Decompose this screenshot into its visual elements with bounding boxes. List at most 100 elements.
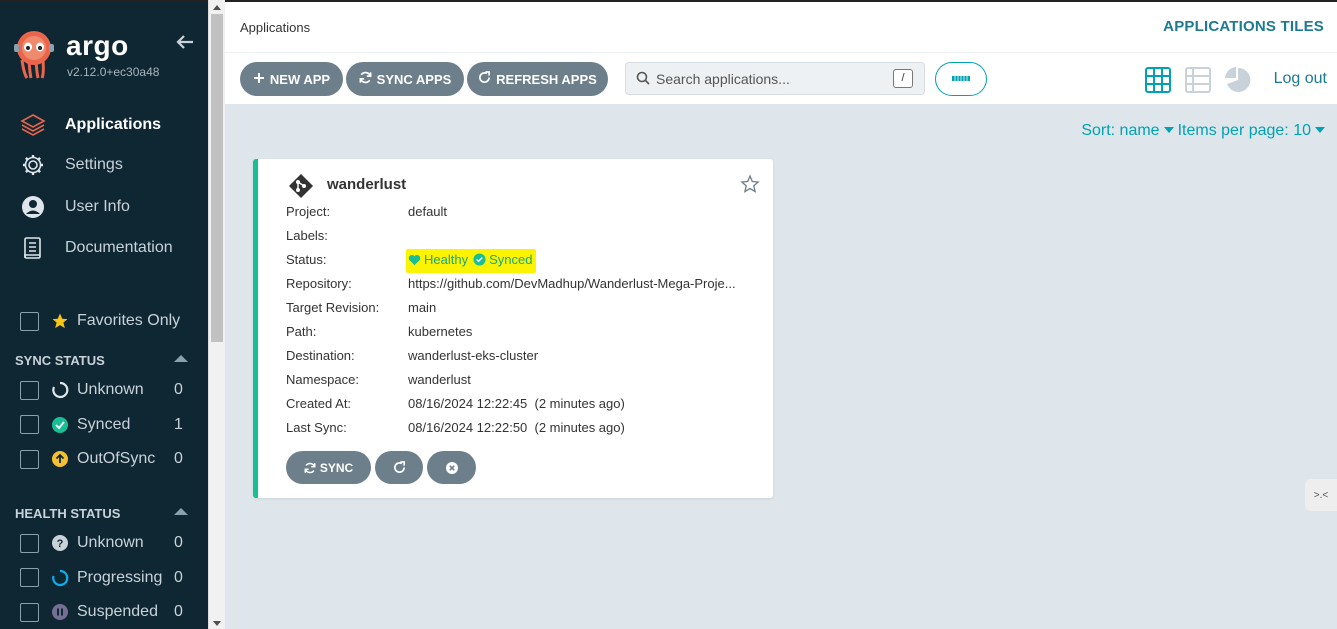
filter-count: 0 bbox=[174, 603, 183, 621]
status-badges: Healthy Synced bbox=[408, 252, 532, 267]
field-value: wanderlust bbox=[408, 372, 471, 387]
refresh-button[interactable] bbox=[375, 451, 423, 484]
sidebar-item-label: Settings bbox=[65, 156, 123, 173]
field-key: Labels: bbox=[286, 228, 328, 243]
section-title: SYNC STATUS bbox=[15, 352, 105, 368]
favorite-star-icon[interactable] bbox=[740, 174, 760, 194]
favorites-checkbox[interactable] bbox=[20, 311, 39, 331]
field-value: default bbox=[408, 204, 448, 219]
sidebar-item-user-info[interactable]: User Info bbox=[0, 185, 208, 228]
list-view-icon[interactable] bbox=[1185, 67, 1211, 93]
sort-controls: Sort: name Items per page: 10 bbox=[1081, 122, 1329, 140]
filter-label: OutOfSync bbox=[77, 450, 156, 468]
field-status: Status: Healthy Synced bbox=[286, 249, 766, 273]
sidebar-item-settings[interactable]: Settings bbox=[0, 145, 208, 185]
field-repository: Repository: https://github.com/DevMadhup/… bbox=[286, 273, 766, 297]
filter-item-outofsync[interactable]: OutOfSync 0 bbox=[0, 442, 208, 477]
filter-checkbox[interactable] bbox=[20, 415, 39, 435]
favorites-only-row[interactable]: Favorites Only bbox=[0, 304, 208, 339]
question-circle-icon: ? bbox=[51, 534, 69, 552]
filter-checkbox[interactable] bbox=[20, 380, 39, 400]
field-key: Path: bbox=[286, 324, 317, 339]
scroll-down-arrow-icon[interactable] bbox=[213, 621, 221, 626]
collapse-caret-icon[interactable] bbox=[174, 355, 188, 362]
refresh-apps-button[interactable]: REFRESH APPS bbox=[467, 62, 608, 96]
refresh-icon bbox=[393, 461, 405, 473]
filter-item-synced[interactable]: Synced 1 bbox=[0, 408, 208, 443]
search-input[interactable] bbox=[656, 68, 886, 90]
filter-checkbox[interactable] bbox=[20, 568, 39, 588]
close-circle-icon bbox=[445, 461, 458, 474]
app-name[interactable]: wanderlust bbox=[327, 176, 406, 193]
sidebar-item-applications[interactable]: Applications bbox=[0, 105, 208, 145]
user-icon bbox=[20, 194, 46, 220]
scroll-up-arrow-icon[interactable] bbox=[213, 5, 221, 10]
field-namespace: Namespace: wanderlust bbox=[286, 369, 766, 393]
pause-circle-icon bbox=[51, 603, 69, 621]
filter-checkbox[interactable] bbox=[20, 602, 39, 622]
app-fields: Project: default Labels: Status: Healthy … bbox=[286, 201, 766, 441]
refresh-icon bbox=[478, 71, 491, 87]
spinner-icon bbox=[51, 569, 69, 587]
sort-dropdown[interactable]: Sort: name bbox=[1081, 122, 1177, 139]
delete-button[interactable] bbox=[427, 451, 476, 484]
filter-toggle-button[interactable] bbox=[935, 62, 987, 96]
filter-label: Progressing bbox=[77, 568, 163, 586]
favorites-filter: Favorites Only bbox=[0, 304, 208, 339]
collapse-sidebar-button[interactable] bbox=[175, 32, 197, 54]
star-icon bbox=[51, 312, 69, 330]
floating-extension-icon[interactable]: >.< bbox=[1305, 479, 1337, 511]
filter-item-suspended[interactable]: Suspended 0 bbox=[0, 595, 208, 629]
field-path: Path: kubernetes bbox=[286, 321, 766, 345]
search-box[interactable]: / bbox=[625, 62, 925, 95]
filter-checkbox[interactable] bbox=[20, 533, 39, 553]
sidebar: argo v2.12.0+ec30a48 Applications Settin… bbox=[0, 0, 208, 629]
svg-text:?: ? bbox=[57, 538, 64, 550]
scroll-thumb[interactable] bbox=[211, 14, 223, 342]
new-app-button[interactable]: NEW APP bbox=[240, 62, 343, 96]
view-switcher bbox=[1145, 67, 1251, 93]
tiles-view-icon[interactable] bbox=[1145, 67, 1171, 93]
items-per-page-dropdown[interactable]: Items per page: 10 bbox=[1178, 122, 1329, 139]
collapse-caret-icon[interactable] bbox=[174, 508, 188, 515]
sync-button[interactable]: SYNC bbox=[286, 451, 371, 484]
sidebar-scrollbar[interactable] bbox=[208, 0, 225, 629]
refresh-apps-label: REFRESH APPS bbox=[496, 71, 597, 87]
filter-item-sync-unknown[interactable]: Unknown 0 bbox=[0, 373, 208, 408]
field-labels: Labels: bbox=[286, 225, 766, 249]
breadcrumb[interactable]: Applications bbox=[240, 20, 310, 35]
filter-label: Synced bbox=[77, 415, 131, 433]
sidebar-nav: Applications Settings User Info Document… bbox=[0, 105, 208, 268]
arrow-left-icon bbox=[176, 35, 193, 49]
sidebar-item-label: User Info bbox=[65, 197, 130, 215]
sidebar-item-label: Documentation bbox=[65, 239, 173, 256]
circle-notch-icon bbox=[51, 381, 69, 399]
field-destination: Destination: wanderlust-eks-cluster bbox=[286, 345, 766, 369]
filter-item-health-unknown[interactable]: ? Unknown 0 bbox=[0, 526, 208, 561]
new-app-label: NEW APP bbox=[269, 71, 331, 87]
field-created-at: Created At: 08/16/2024 12:22:45 (2 minute… bbox=[286, 393, 766, 417]
layers-icon bbox=[20, 112, 46, 138]
filter-count: 0 bbox=[174, 568, 183, 586]
sync-status-header: SYNC STATUS bbox=[0, 347, 208, 373]
filter-checkbox[interactable] bbox=[20, 449, 39, 469]
summary-pie-icon[interactable] bbox=[1225, 67, 1251, 93]
filter-label: Unknown bbox=[77, 381, 144, 399]
filter-item-progressing[interactable]: Progressing 0 bbox=[0, 561, 208, 596]
app-card[interactable]: wanderlust Project: default Labels: Statu… bbox=[253, 159, 773, 498]
filter-count: 0 bbox=[174, 450, 183, 468]
plus-icon bbox=[253, 71, 265, 87]
section-title: HEALTH STATUS bbox=[15, 505, 121, 521]
check-circle-icon bbox=[473, 253, 486, 266]
toolbar: NEW APP SYNC APPS REFRESH APPS / bbox=[225, 52, 1337, 104]
sidebar-item-documentation[interactable]: Documentation bbox=[0, 228, 208, 268]
caret-down-icon bbox=[1163, 127, 1174, 133]
health-status-filter: HEALTH STATUS ? Unknown 0 Progressing 0 … bbox=[0, 500, 208, 629]
filter-label: Suspended bbox=[77, 603, 158, 621]
logout-link[interactable]: Log out bbox=[1274, 70, 1327, 88]
sync-icon bbox=[304, 462, 316, 473]
filter-label: Unknown bbox=[77, 534, 144, 552]
field-target-revision: Target Revision: main bbox=[286, 297, 766, 321]
sync-apps-button[interactable]: SYNC APPS bbox=[346, 62, 464, 96]
argo-octopus-icon bbox=[14, 31, 54, 79]
